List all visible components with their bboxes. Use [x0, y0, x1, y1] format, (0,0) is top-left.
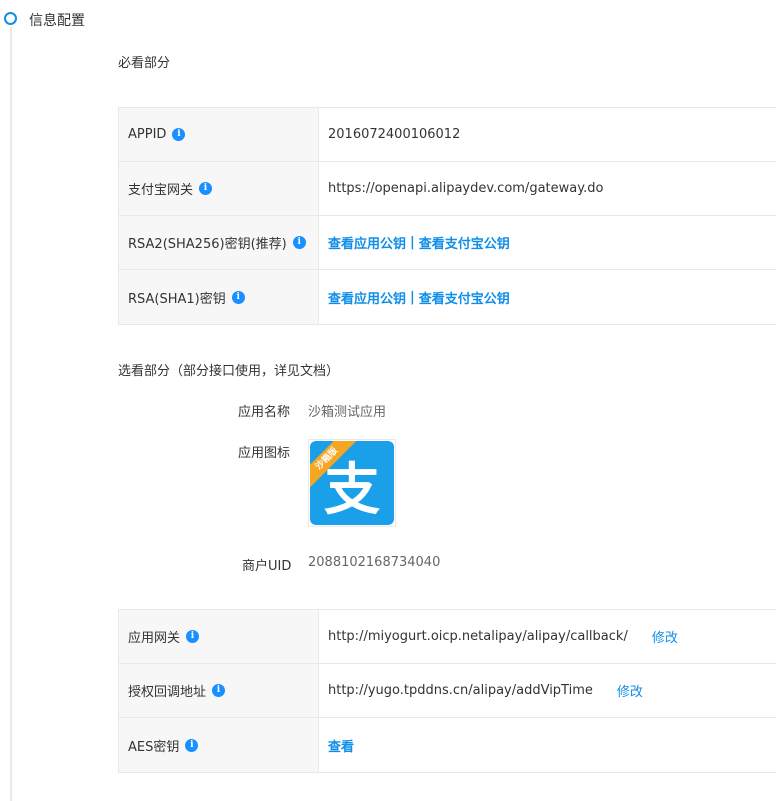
link-separator: | — [410, 289, 415, 305]
section-title: 信息配置 — [29, 13, 85, 29]
app-gateway-label: 应用网关 — [128, 631, 181, 646]
alipay-logo-icon: 支 沙箱版 — [310, 441, 394, 525]
edit-app-gateway-link[interactable]: 修改 — [652, 627, 678, 646]
gateway-label: 支付宝网关 — [128, 183, 194, 198]
aes-key-label: AES密钥 — [128, 739, 180, 755]
row-label-cell: 授权回调地址 i — [119, 664, 319, 717]
view-alipay-public-key-link[interactable]: 查看支付宝公钥 — [419, 288, 510, 307]
app-icon-label: 应用图标 — [238, 446, 291, 461]
optional-config-table: 应用网关 i http://miyogurt.oicp.netalipay/al… — [118, 609, 776, 773]
table-row-rsa: RSA(SHA1)密钥 i 查看应用公钥 | 查看支付宝公钥 — [119, 270, 776, 324]
rsa2-label: RSA2(SHA256)密钥(推荐) — [128, 237, 287, 252]
row-label-cell: 支付宝网关 i — [119, 162, 319, 215]
info-icon[interactable]: i — [185, 738, 199, 752]
appid-label: APPID — [128, 127, 167, 142]
app-icon-image: 支 沙箱版 — [308, 439, 396, 527]
info-icon[interactable]: i — [172, 128, 186, 141]
table-row-rsa2: RSA2(SHA256)密钥(推荐) i 查看应用公钥 | 查看支付宝公钥 — [119, 216, 776, 270]
row-label-cell: RSA2(SHA256)密钥(推荐) i — [119, 216, 319, 269]
gateway-value: https://openapi.alipaydev.com/gateway.do — [328, 181, 604, 196]
app-name-value: 沙箱测试应用 — [308, 405, 387, 420]
app-name-label: 应用名称 — [238, 405, 291, 420]
link-separator: | — [410, 235, 415, 250]
optional-section-title: 选看部分（部分接口使用，详见文档） — [118, 364, 340, 379]
timeline-dot-icon — [4, 12, 17, 25]
row-value-cell: http://miyogurt.oicp.netalipay/alipay/ca… — [319, 610, 776, 663]
auth-callback-label: 授权回调地址 — [128, 685, 207, 700]
row-label-cell: 应用网关 i — [119, 610, 319, 663]
row-label-cell: AES密钥 i — [119, 718, 319, 772]
info-icon[interactable]: i — [199, 182, 213, 195]
required-section-title: 必看部分 — [118, 56, 171, 71]
view-aes-key-link[interactable]: 查看 — [328, 736, 354, 755]
view-app-public-key-link[interactable]: 查看应用公钥 — [328, 288, 406, 307]
timeline-line — [10, 27, 12, 801]
rsa-label: RSA(SHA1)密钥 — [128, 291, 226, 307]
row-value-cell: http://yugo.tpddns.cn/alipay/addVipTime … — [319, 664, 776, 717]
merchant-uid-value: 2088102168734040 — [308, 555, 441, 570]
auth-callback-value: http://yugo.tpddns.cn/alipay/addVipTime — [328, 683, 593, 698]
info-icon[interactable]: i — [231, 290, 245, 304]
edit-auth-callback-link[interactable]: 修改 — [617, 681, 643, 700]
row-label-cell: APPID i — [119, 108, 319, 161]
appid-value: 2016072400106012 — [328, 127, 461, 142]
table-row-aes-key: AES密钥 i 查看 — [119, 718, 776, 772]
info-icon[interactable]: i — [292, 236, 306, 249]
view-app-public-key-link[interactable]: 查看应用公钥 — [328, 233, 406, 252]
table-row-gateway: 支付宝网关 i https://openapi.alipaydev.com/ga… — [119, 162, 776, 216]
row-label-cell: RSA(SHA1)密钥 i — [119, 270, 319, 324]
view-alipay-public-key-link[interactable]: 查看支付宝公钥 — [419, 233, 510, 252]
merchant-uid-label: 商户UID — [242, 559, 292, 574]
info-icon[interactable]: i — [212, 684, 226, 697]
row-value-cell: 查看应用公钥 | 查看支付宝公钥 — [319, 216, 776, 269]
row-value-cell: 查看应用公钥 | 查看支付宝公钥 — [319, 270, 776, 324]
table-row-appid: APPID i 2016072400106012 — [119, 108, 776, 162]
row-value-cell: 查看 — [319, 718, 776, 772]
required-config-table: APPID i 2016072400106012 支付宝网关 i https:/… — [118, 107, 776, 325]
info-icon[interactable]: i — [186, 630, 200, 643]
table-row-auth-callback: 授权回调地址 i http://yugo.tpddns.cn/alipay/ad… — [119, 664, 776, 718]
app-gateway-value: http://miyogurt.oicp.netalipay/alipay/ca… — [328, 629, 628, 644]
table-row-app-gateway: 应用网关 i http://miyogurt.oicp.netalipay/al… — [119, 610, 776, 664]
